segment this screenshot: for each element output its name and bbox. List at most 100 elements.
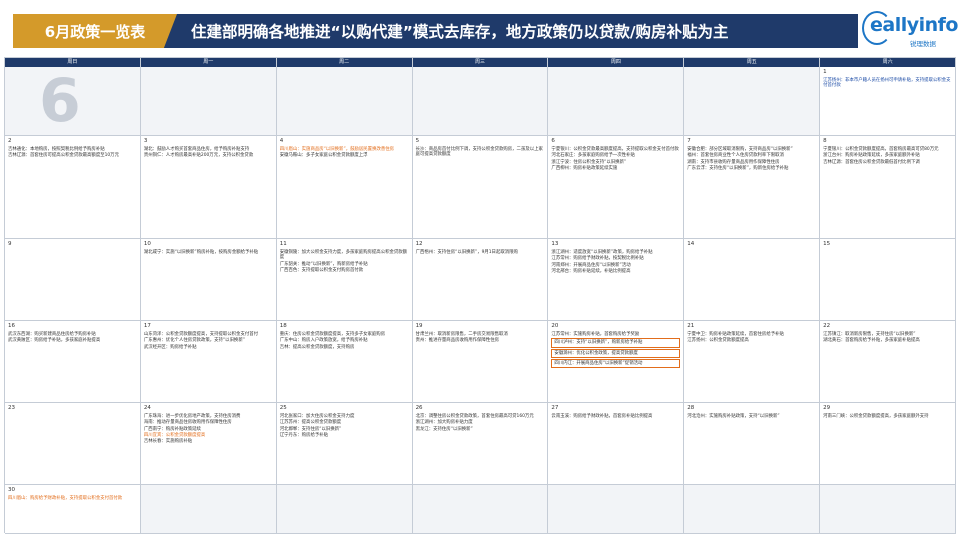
calendar-day-cell: 5 长沙：商品房首付比例下调，支持公积金贷款购房，二孩及以上家庭可提高贷款额度 [412,136,549,239]
calendar-day-cell: 29 河南三门峡：公积金贷款额度提高，多孩家庭额外支持 [820,403,956,485]
policy-note: 浙江宁波：住房公积金支持“以旧换新” [551,159,627,165]
policy-note: 辽宁丹东：购房给予补贴 [279,432,329,438]
calendar-day-cell [140,67,277,136]
day-number: 26 [415,405,423,411]
policy-note: 广东惠州：优化个人住房贷款政策，支持“以旧换新” [143,338,245,344]
calendar-day-cell: 14 [684,239,821,321]
policy-note: 河北石家庄：多孩家庭购房给予一次性补贴 [551,153,635,159]
day-number: 24 [143,405,151,411]
policy-note: 宁夏银川：公积金贷款最高额度提高，支持提取公积金支付首付款 [551,147,679,152]
calendar-day-cell: 10 湖北咸宁：实施“以旧换新”购房补贴，按购房金额给予补贴 [140,239,277,321]
calendar-day-cell: 15 [820,239,956,321]
day-number: 13 [551,241,559,247]
calendar-day-cell: 26 北京：调整住房公积金贷款政策，首套住房最高可贷160万元 浙江湖州：加大购房补… [412,403,549,485]
policy-note: 河北沧州：实施购房补贴政策，支持“以旧换新” [687,414,780,419]
policy-note: 宁夏银川：公积金贷款额度提高，首套购房最高可贷80万元 [823,147,939,152]
calendar-day-cell: 27 云南玉溪：购房给予财政补贴，首套房补贴比例提高 [548,403,685,485]
policy-note: 广西南宁：购房补贴政策延续 [143,426,201,432]
day-number: 14 [687,241,695,247]
policy-note: 北京：调整住房公积金贷款政策，首套住房最高可贷160万元 [415,414,534,419]
policy-note: 武汉黄陂区：购房给予补贴，多孩家庭补贴提高 [8,338,101,344]
policy-note: 河北邢台：购房补贴延续，补贴比例提高 [551,268,631,274]
calendar-day-cell: 28 河北沧州：实施购房补贴政策，支持“以旧换新” [684,403,821,485]
calendar-day-cell [412,67,549,136]
day-number: 25 [279,405,287,411]
policy-note: 广东韶关：推动“以旧换新”，购新房给予补贴 [279,261,368,267]
policy-note: 湖北咸宁：实施“以旧换新”购房补贴，按购房金额给予补贴 [143,250,259,255]
calendar-day-cell [140,485,277,534]
calendar-day-cell: 19 甘肃兰州：取消新房限售，二手房交易限售取消 贵州：推进存量商品房收购用作保障性… [412,321,549,403]
day-number: 22 [823,323,831,329]
day-number: 27 [551,405,559,411]
day-number: 29 [823,405,831,411]
policy-note: 广东中山：购房入户政策放宽，给予购房补贴 [279,338,368,344]
policy-note: 吉林辽源：首套住房可提高公积金贷款最高额度至10万元 [8,153,119,159]
policy-note: 海南：推动存量商品住房收购用作保障性住房 [143,420,232,426]
policy-note: 江苏常州：实施购房补贴，首套购房给予奖励 [551,332,640,337]
policy-note: 湖南：支持市县收购存量商品房用作保障性住房 [687,159,780,165]
policy-note: 武汉经开区：购房给予补贴 [143,344,197,350]
weekday-header: 周四 [548,58,685,67]
weekday-header: 周五 [684,58,821,67]
calendar-day-cell: 11 安徽铜陵：加大公积金支持力度，多孩家庭购房提高公积金贷款额度 广东韶关：推动“… [276,239,413,321]
day-number: 1 [823,69,827,75]
headline-title: 住建部明确各地推进“以购代建”模式去库存，地方政策仍以贷款/购房补贴为主 [191,23,729,41]
calendar-day-cell: 20 江苏常州：实施购房补贴，首套购房给予奖励 四川泸州：支持“以旧换新”，购新房给… [548,321,685,403]
policy-note: 甘肃兰州：取消新房限售，二手房交易限售取消 [415,332,508,337]
policy-note: 广西百色：支持提取公积金支付购房首付款 [279,267,364,273]
day-number: 12 [415,241,423,247]
day-number: 20 [551,323,559,329]
policy-note: 四川眉山：购房给予财政补贴，支持提取公积金支付首付款 [8,496,123,501]
day-number: 21 [687,323,695,329]
policy-note: 浙江湖州：适度放宽“以旧换新”政策，购房给予补贴 [551,250,653,255]
calendar-day-cell [684,485,821,534]
policy-note: 湖北黄石：首套购房给予补贴，多孩家庭补贴提高 [823,338,920,344]
calendar-day-cell: 24 广东珠海：进一步优化房地产政策，支持住房消费 海南：推动存量商品住房收购用作保… [140,403,277,485]
calendar-day-cell: 23 [5,403,141,485]
policy-note: 长沙：商品房首付比例下调，支持公积金贷款购房，二孩及以上家庭可提高贷款额度 [415,147,543,158]
brand-logo: eallyinfo 锐理数据 [862,10,958,50]
weekday-header: 周六 [820,58,956,67]
calendar-day-cell [548,67,685,136]
calendar-day-cell: 30 四川眉山：购房给予财政补贴，支持提取公积金支付首付款 [5,485,141,534]
policy-note: 四川眉山：实施商品房“以旧换新”，鼓励居民置换改善住房 [279,147,395,152]
policy-note: 云南玉溪：购房给予财政补贴，首套房补贴比例提高 [551,414,653,419]
policy-note: 吉林：提高公积金贷款额度，支持购房 [279,344,355,350]
policy-note: 吉林辽源：首套住房公积金贷款最低首付比例下调 [823,159,920,165]
day-number: 18 [279,323,287,329]
day-number: 5 [415,138,420,144]
calendar-day-cell: 21 宁夏中卫：购房补贴政策延续，首套住房给予补贴 江苏扬州：公积金贷款额度提高 [684,321,821,403]
policy-note: 吉林通化：本地购房，按照契税比例给予购房补贴 [8,147,105,152]
calendar-day-cell [276,485,413,534]
policy-note: 吉林长春：实施购房补贴 [143,439,193,445]
policy-note: 河南三门峡：公积金贷款额度提高，多孩家庭额外支持 [823,414,929,419]
calendar-day-cell [684,67,821,136]
policy-note: 江苏镇江：取消新房限售，支持住房“以旧换新” [823,332,916,337]
calendar-day-cell: 8 宁夏银川：公积金贷款额度提高，首套购房最高可贷80万元 浙江台州：购房补贴政策延… [820,136,956,239]
day-number: 16 [8,323,15,329]
day-number: 9 [8,241,12,247]
policy-note: 广东云浮：支持住房“以旧换新”，购新住房给予补贴 [687,165,789,171]
day-number: 30 [8,487,15,493]
weekday-header: 周二 [276,58,413,67]
calendar-day-cell: 9 [5,239,141,321]
day-number: 3 [143,138,148,144]
calendar-day-cell: 12 广西梧州：支持住房“以旧换新”，9月1日起取消限购 [412,239,549,321]
policy-note: 四川宜宾：公积金贷款额度提高 [143,432,206,438]
policy-note: 重庆：住房公积金贷款额度提高，支持多子女家庭购房 [279,332,386,337]
calendar-day-cell: 7 安徽合肥：部分区域取消限购，支持商品房“以旧换新” 福州：首套住房商业性个人住房… [684,136,821,239]
policy-note: 宁夏中卫：购房补贴政策延续，首套住房给予补贴 [687,332,784,337]
day-number: 11 [279,241,287,247]
policy-note: 安徽滁州：优化公积金政策，提高贷款额度 [551,348,681,358]
policy-note: 浙江湖州：加大购房补贴力度 [415,420,473,426]
day-number: 17 [143,323,151,329]
day-number: 15 [823,241,831,247]
calendar-day-cell: 16 武汉东西湖：购买新建商品住房给予购房补贴 武汉黄陂区：购房给予补贴，多孩家庭补… [5,321,141,403]
policy-note: 浙江台州：购房补贴政策延续，多孩家庭额外补贴 [823,153,920,159]
title-bar: 6月政策一览表 住建部明确各地推进“以购代建”模式去库存，地方政策仍以贷款/购房… [13,14,858,48]
policy-note: 河南郑州：开展商品住房“以旧换新”活动 [551,262,631,268]
policy-note: 广西梧州：支持住房“以旧换新”，9月1日起取消限购 [415,250,518,255]
weekday-header: 周一 [140,58,277,67]
policy-note: 四川内江：开展商品住房“以旧换新”促销活动 [551,358,681,369]
calendar-day-cell: 6 [5,67,141,136]
